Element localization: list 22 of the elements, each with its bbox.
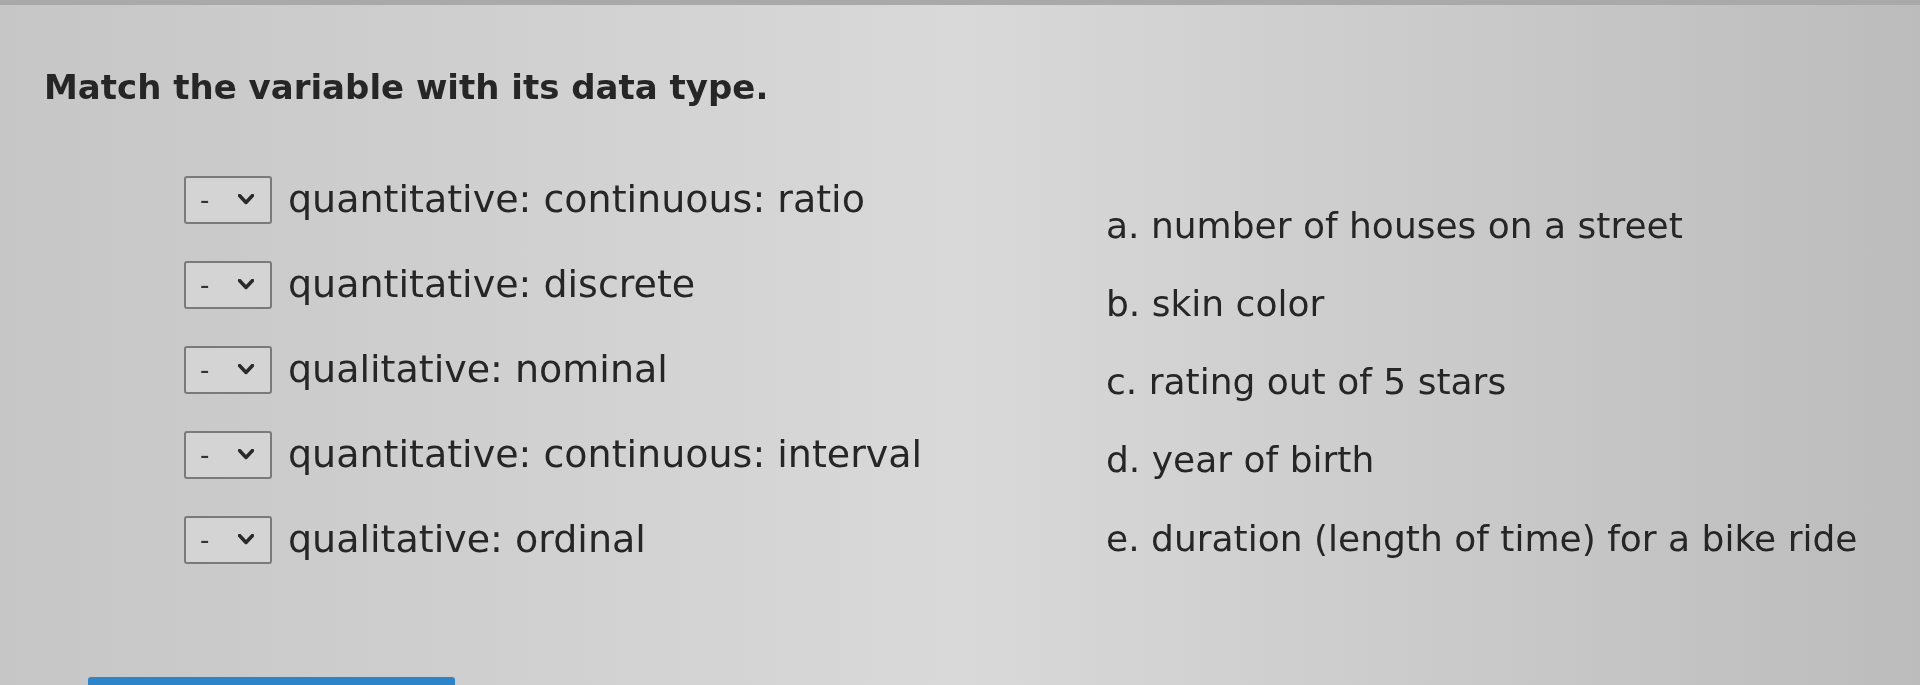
answer-dropdown[interactable]: - — [184, 515, 272, 564]
answer-dropdown[interactable]: - — [184, 345, 272, 394]
answer-dropdown[interactable]: - — [184, 260, 272, 309]
option-text: d. year of birth — [1106, 438, 1376, 482]
answer-dropdown[interactable]: - — [184, 430, 272, 479]
chevron-down-icon — [238, 194, 254, 206]
cut-off-button[interactable] — [88, 677, 455, 685]
variable-label: quantitative: continuous: ratio — [288, 177, 865, 223]
variable-label: quantitative: continuous: interval — [288, 432, 923, 478]
chevron-down-icon — [238, 279, 254, 291]
chevron-down-icon — [238, 364, 254, 376]
chevron-down-icon — [238, 534, 254, 546]
variable-label: qualitative: nominal — [288, 347, 668, 393]
chevron-down-icon — [238, 449, 254, 461]
option-text: c. rating out of 5 stars — [1106, 360, 1508, 404]
option-text: a. number of houses on a street — [1106, 203, 1684, 247]
variable-label: qualitative: ordinal — [288, 517, 646, 563]
option-text: b. skin color — [1106, 282, 1326, 326]
question-prompt: Match the variable with its data type. — [44, 67, 769, 108]
option-text: e. duration (length of time) for a bike ride — [1106, 516, 1858, 560]
answer-dropdown[interactable]: - — [184, 175, 272, 224]
variable-label: quantitative: discrete — [288, 262, 696, 308]
